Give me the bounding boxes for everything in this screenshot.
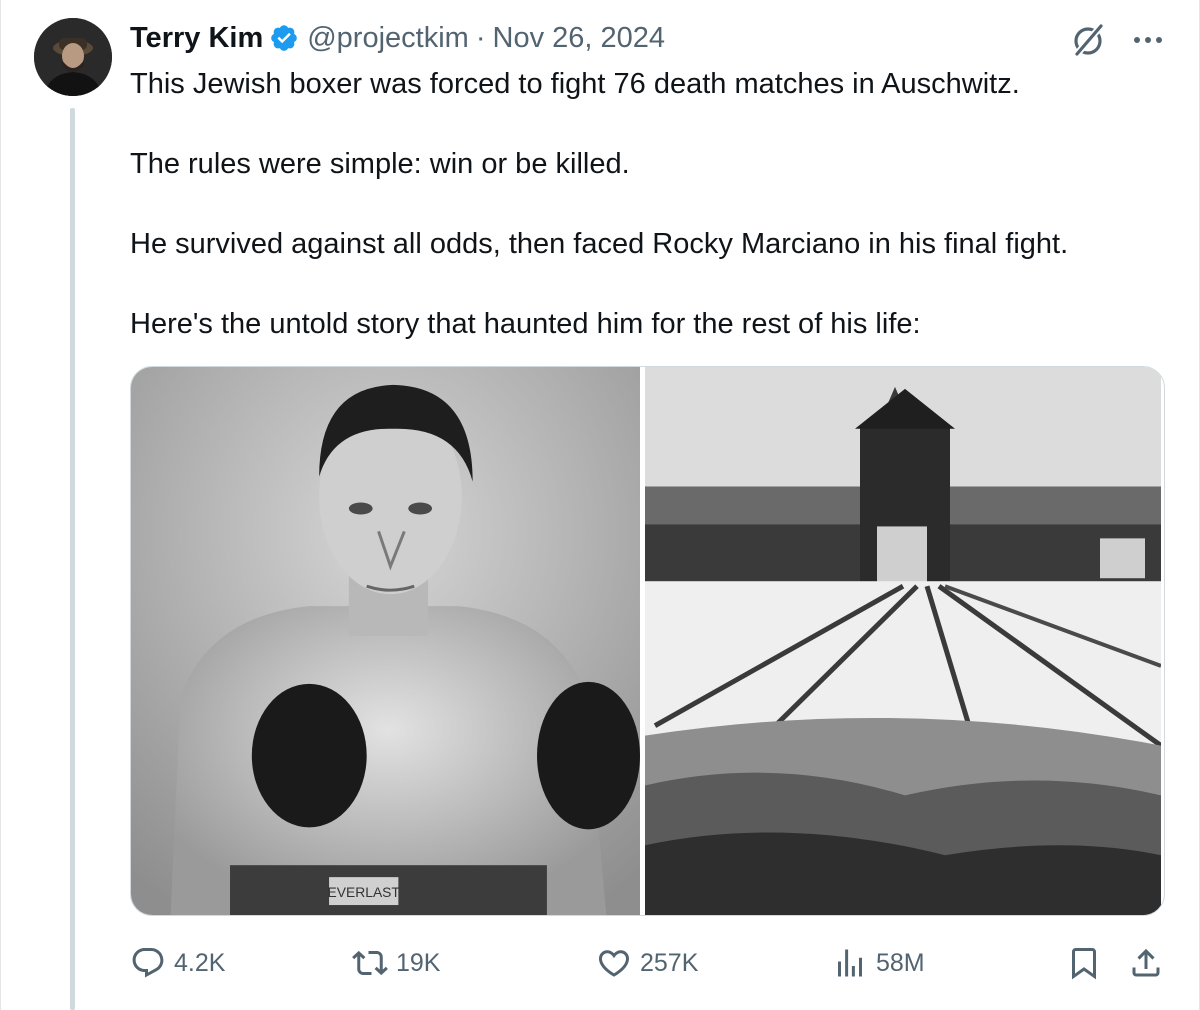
share-button[interactable]: [1128, 938, 1164, 988]
thread-line: [70, 108, 75, 1010]
tweet-paragraph: The rules were simple: win or be killed.: [130, 148, 630, 180]
views-count: 58M: [876, 948, 925, 977]
tweet-date[interactable]: Nov 26, 2024: [493, 22, 666, 55]
reply-count: 4.2K: [174, 948, 226, 977]
grok-icon[interactable]: [1068, 20, 1108, 60]
author-handle[interactable]: @projectkim: [307, 22, 469, 55]
more-dot: [1134, 37, 1140, 43]
more-dot: [1145, 37, 1151, 43]
boxer-photo-image: EVERLAST: [131, 367, 640, 915]
like-button[interactable]: 257K: [596, 938, 698, 988]
repost-count: 19K: [396, 948, 441, 977]
share-icon: [1132, 948, 1160, 977]
views-icon: [838, 949, 862, 977]
avatar-image: [34, 18, 112, 96]
header-separator: ·: [475, 21, 486, 54]
tweet-text: This Jewish boxer was forced to fight 76…: [130, 64, 1170, 384]
boxer-photo[interactable]: EVERLAST: [131, 367, 645, 915]
tweet-paragraph: He survived against all odds, then faced…: [130, 228, 1069, 260]
more-icon[interactable]: [1128, 22, 1168, 58]
like-icon: [598, 950, 630, 977]
views-button[interactable]: 58M: [832, 938, 925, 988]
like-count: 257K: [640, 948, 699, 977]
bookmark-icon: [1072, 948, 1096, 980]
repost-button[interactable]: 19K: [352, 938, 440, 988]
repost-icon: [352, 950, 388, 976]
tweet-media: EVERLAST: [130, 366, 1165, 916]
tweet-paragraph: This Jewish boxer was forced to fight 76…: [130, 68, 1020, 100]
camp-photo-image: [645, 367, 1161, 915]
more-dot: [1156, 37, 1162, 43]
verified-badge-icon: [269, 23, 299, 53]
avatar[interactable]: [34, 18, 112, 96]
author-name[interactable]: Terry Kim: [130, 22, 263, 55]
bookmark-button[interactable]: [1066, 938, 1102, 988]
tweet-actions: 4.2K 19K 257K 58M: [130, 938, 1170, 988]
reply-button[interactable]: 4.2K: [130, 938, 225, 988]
tweet-header: Terry Kim @projectkim · Nov 26, 2024: [130, 18, 665, 58]
reply-icon: [132, 948, 164, 978]
trunks-brand-text: EVERLAST: [328, 884, 401, 900]
tweet-paragraph: Here's the untold story that haunted him…: [130, 308, 921, 340]
camp-photo[interactable]: [645, 367, 1161, 915]
